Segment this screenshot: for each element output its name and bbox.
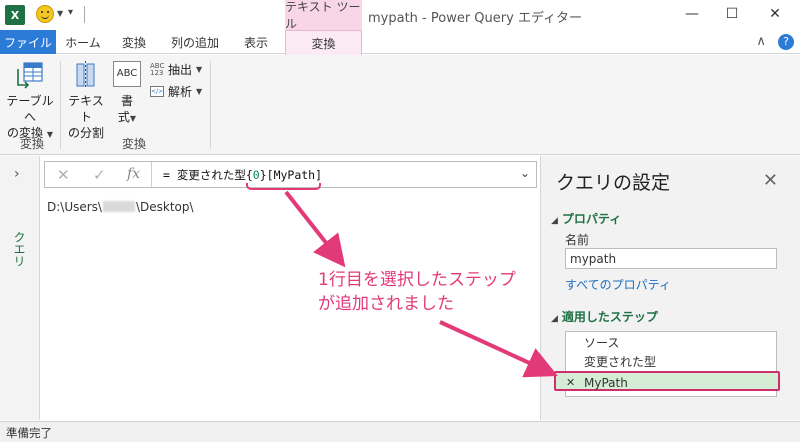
- ribbon-right-controls: ∧ ?: [756, 34, 794, 50]
- applied-steps-header[interactable]: ◢ 適用したステップ: [551, 308, 658, 325]
- minimize-button[interactable]: —: [672, 3, 712, 25]
- collapse-ribbon-icon[interactable]: ∧: [756, 34, 766, 49]
- collapse-triangle-icon: ◢: [551, 216, 558, 226]
- text-tools-context-header: テキスト ツール: [285, 0, 362, 31]
- abc-format-icon: ABC: [113, 61, 141, 87]
- step-item[interactable]: ソース: [566, 333, 776, 353]
- abc-123-icon: ABC 123: [150, 61, 165, 77]
- formula-bar-divider: [151, 162, 152, 187]
- tab-file[interactable]: ファイル: [0, 30, 56, 54]
- delete-step-icon[interactable]: ✕: [566, 373, 575, 393]
- parse-button[interactable]: </> 解析 ▼: [150, 83, 202, 100]
- maximize-button[interactable]: ☐: [712, 3, 752, 25]
- ribbon-tab-row: ファイル ホーム 変換 列の追加 表示 変換 ∧ ?: [0, 30, 800, 55]
- insert-function-icon[interactable]: fx: [127, 166, 140, 182]
- close-window-button[interactable]: ✕: [755, 3, 795, 25]
- window-title: mypath - Power Query エディター: [368, 11, 583, 26]
- chevron-down-icon: ▼: [196, 65, 203, 74]
- ribbon-group-divider: [60, 61, 61, 149]
- split-column-icon: [71, 61, 101, 91]
- applied-steps-list: ソース 変更された型 ✕ MyPath: [554, 331, 780, 397]
- group-label-convert: 変換: [20, 137, 45, 151]
- table-convert-icon: [15, 61, 45, 91]
- extract-label: 抽出: [168, 63, 193, 77]
- cancel-formula-icon[interactable]: ✕: [57, 166, 70, 184]
- format-label-1: 書: [120, 94, 133, 108]
- convert-to-table-button[interactable]: テーブルへ の変換 ▼: [4, 61, 56, 143]
- query-settings-title: クエリの設定: [556, 172, 671, 194]
- expand-queries-icon[interactable]: ›: [14, 166, 20, 182]
- extract-button[interactable]: ABC 123 抽出 ▼: [150, 61, 202, 78]
- smiley-feedback-icon[interactable]: [36, 5, 54, 23]
- customize-qat-icon[interactable]: ▾: [68, 7, 73, 18]
- split-text-label-1: テキスト: [68, 94, 104, 124]
- ribbon-body: テーブルへ の変換 ▼ 変換 テキスト の分割 ABC 書 式▼ ABC 123…: [0, 55, 800, 155]
- annotation-arrow-right: [439, 320, 558, 378]
- tab-add-column[interactable]: 列の追加: [162, 30, 228, 54]
- format-label-2: 式▼: [117, 110, 137, 124]
- group-label-transform: 変換: [122, 137, 147, 151]
- qat-divider: [84, 6, 85, 23]
- parse-icon: </>: [150, 86, 164, 97]
- tab-view[interactable]: 表示: [232, 30, 280, 54]
- chevron-down-icon: ▼: [196, 87, 203, 96]
- split-text-button[interactable]: テキスト の分割: [64, 61, 108, 141]
- title-bar: X ▼ ▾ テキスト ツール mypath - Power Query エディタ…: [0, 0, 800, 31]
- annotation-underline: [246, 183, 321, 190]
- formula-input[interactable]: = 変更された型{0}[MyPath]: [163, 167, 322, 183]
- parse-label: 解析: [168, 85, 193, 99]
- tab-text-tools-transform[interactable]: 変換: [285, 30, 362, 55]
- help-icon[interactable]: ?: [778, 34, 794, 50]
- split-text-label-2: の分割: [67, 126, 104, 140]
- convert-to-table-label-1: テーブルへ: [6, 94, 54, 124]
- name-label: 名前: [565, 233, 590, 247]
- chevron-down-icon[interactable]: ▼: [57, 9, 63, 18]
- ribbon-group-divider: [210, 61, 211, 149]
- result-value: D:\Users\ \Desktop\: [47, 200, 194, 214]
- excel-logo-icon: X: [5, 5, 25, 25]
- query-name-input[interactable]: [565, 248, 777, 269]
- query-settings-pane: クエリの設定 ✕ ◢プロパティ 名前 すべてのプロパティ ◢適用したステップ ソ…: [540, 156, 800, 420]
- queries-pane-collapsed: › クエリ: [0, 156, 40, 420]
- close-settings-icon[interactable]: ✕: [763, 170, 778, 191]
- step-item[interactable]: 変更された型: [566, 352, 776, 372]
- redacted-username: [102, 201, 135, 212]
- tab-home[interactable]: ホーム: [58, 30, 108, 54]
- collapse-triangle-icon: ◢: [551, 314, 558, 324]
- status-bar: 準備完了: [0, 421, 800, 442]
- format-button[interactable]: ABC 書 式▼: [110, 61, 144, 127]
- tab-transform[interactable]: 変換: [110, 30, 158, 54]
- annotation-arrow-up: [284, 190, 346, 268]
- expand-formula-icon[interactable]: ⌄: [520, 166, 530, 180]
- commit-formula-icon[interactable]: ✓: [93, 166, 106, 184]
- all-properties-link[interactable]: すべてのプロパティ: [565, 276, 671, 293]
- properties-header[interactable]: ◢ プロパティ: [551, 210, 621, 227]
- step-item-active[interactable]: ✕ MyPath: [554, 371, 780, 391]
- annotation-text: 1行目を選択したステップ が追加されました: [318, 270, 516, 314]
- queries-pane-label[interactable]: クエリ: [11, 231, 28, 267]
